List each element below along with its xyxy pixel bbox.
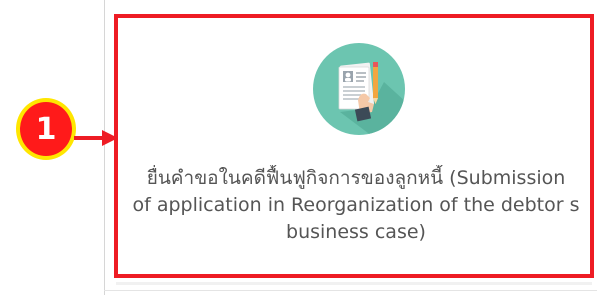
step-number-badge: 1 [16, 98, 76, 160]
pointer-arrow-icon [74, 130, 118, 146]
screenshot-stage: ยื่นคำขอในคดีฟื้นฟูกิจการของลูกหนี้ (Sub… [0, 0, 597, 295]
card-description-line-3: business case) [286, 221, 426, 243]
card-description-line-1: ยื่นคำขอในคดีฟื้นฟูกิจการของลูกหนี้ (Sub… [146, 167, 566, 189]
card-description-line-2: of application in Reorganization of the … [132, 194, 580, 216]
card-shadow [116, 282, 592, 285]
panel-divider [104, 0, 105, 295]
panel-bottom-border [104, 290, 597, 291]
step-number: 1 [35, 111, 57, 147]
card-description: ยื่นคำขอในคดีฟื้นฟูกิจการของลูกหนี้ (Sub… [118, 165, 594, 255]
document-pen-icon [312, 42, 406, 136]
